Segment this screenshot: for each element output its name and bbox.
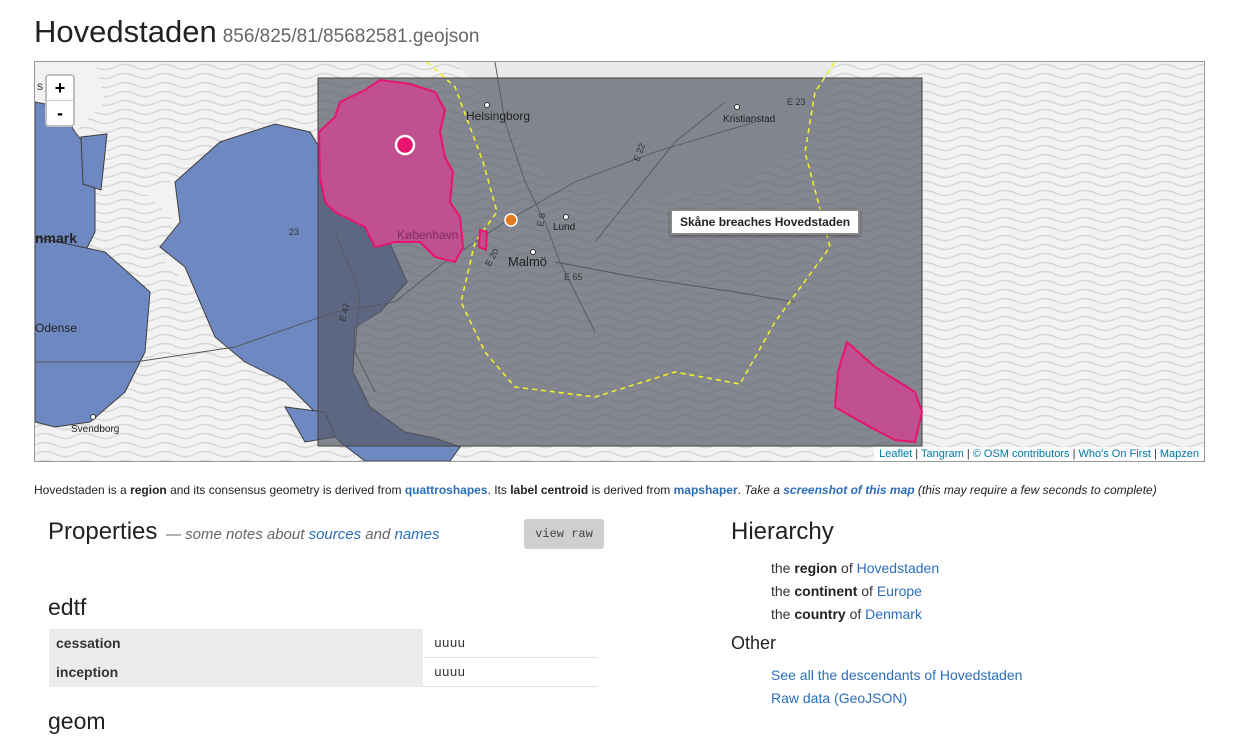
hier-prefix: the [771,606,795,622]
road-label-e65: E 65 [564,272,583,282]
table-row: inception uuuu [49,657,598,687]
page-title-text: Hovedstaden [34,14,217,49]
attribution-mapzen-link[interactable]: Mapzen [1160,448,1199,460]
hierarchy-item: the continent of Europe [771,580,939,603]
attribution-leaflet-link[interactable]: Leaflet [879,448,912,460]
desc-text: and its consensus geometry is derived fr… [166,483,405,497]
hier-type: region [794,560,838,576]
geom-centroid-marker[interactable] [394,134,416,156]
city-label-kristianstad: Kristianstad [723,114,775,125]
map-attribution: Leaflet | Tangram | © OSM contributors |… [874,447,1204,461]
hierarchy-item: the region of Hovedstaden [771,557,939,580]
city-dot-svendborg [90,414,96,420]
hovedstaden-islet [477,228,489,252]
centroid-source-link[interactable]: mapshaper [674,483,738,497]
desc-text: is derived from [588,483,674,497]
map-canvas[interactable]: nmark s Helsingborg Kristianstad Københa… [35,62,1204,461]
desc-text: Hovedstaden is a [34,483,131,497]
map-container[interactable]: nmark s Helsingborg Kristianstad Københa… [34,61,1205,462]
other-title: Other [731,633,777,653]
road-label-e23: E 23 [787,97,806,107]
label-centroid-marker[interactable] [504,213,518,227]
properties-notes: — some notes about sources and names [166,526,440,543]
hier-prefix: the [771,583,795,599]
road-label-23: 23 [289,227,299,237]
city-label-kobenhavn: København [397,228,458,242]
hier-link-continent[interactable]: Europe [877,583,922,599]
attribution-sep: | [1072,448,1076,460]
city-label-helsingborg: Helsingborg [466,109,530,123]
descendants-link[interactable]: See all the descendants of Hovedstaden [771,667,1022,683]
property-value: uuuu [423,657,598,687]
hier-link-country[interactable]: Denmark [865,606,922,622]
city-dot-helsingborg [484,102,490,108]
hierarchy-list: the region of Hovedstaden the continent … [771,557,939,626]
city-label-malmo: Malmö [508,254,547,269]
country-label-denmark: nmark [35,230,77,246]
hier-link-region[interactable]: Hovedstaden [857,560,940,576]
hier-of: of [857,583,877,599]
attribution-wof-link[interactable]: Who's On First [1078,448,1150,460]
properties-title: Properties [48,518,158,545]
names-link[interactable]: names [395,526,440,543]
hierarchy-item: the country of Denmark [771,603,939,626]
label-s: s [37,79,43,93]
place-description: Hovedstaden is a region and its consensu… [34,483,1157,497]
edtf-heading: edtf [48,594,87,620]
sources-link[interactable]: sources [309,526,362,543]
other-list: See all the descendants of Hovedstaden R… [771,664,1022,710]
desc-placetype: region [130,483,167,497]
map-tooltip: Skåne breaches Hovedstaden [670,209,861,235]
hier-prefix: the [771,560,795,576]
notes-text: and [361,526,395,543]
hier-type: continent [794,583,858,599]
table-row: cessation uuuu [49,629,598,658]
attribution-sep: | [1153,448,1157,460]
city-label-svendborg: Svendborg [71,424,119,435]
desc-take-a: Take a [744,483,784,497]
screenshot-link[interactable]: screenshot of this map [783,483,914,497]
desc-text: . Its [487,483,511,497]
view-raw-button[interactable]: view raw [524,519,604,549]
property-value: uuuu [423,629,598,658]
property-key: cessation [49,629,423,658]
geom-source-link[interactable]: quattroshapes [405,483,488,497]
hierarchy-title: Hierarchy [731,518,834,545]
hier-type: country [794,606,846,622]
geom-heading: geom [48,708,106,734]
edtf-table: cessation uuuu inception uuuu [49,629,598,687]
city-label-lund: Lund [553,222,575,233]
zoom-control: + - [45,74,75,127]
zoom-out-button[interactable]: - [47,100,73,125]
page-title: Hovedstaden 856/825/81/85682581.geojson [34,14,479,50]
property-key: inception [49,657,423,687]
zoom-in-button[interactable]: + [47,76,73,100]
desc-label-centroid: label centroid [510,483,589,497]
city-dot-lund [563,214,569,220]
attribution-osm-link[interactable]: © OSM contributors [973,448,1070,460]
city-label-odense: Odense [35,321,77,335]
raw-data-link[interactable]: Raw data (GeoJSON) [771,690,907,706]
attribution-sep: | [966,448,970,460]
city-dot-kristianstad [734,104,740,110]
attribution-tangram-link[interactable]: Tangram [921,448,964,460]
geojson-path: 856/825/81/85682581.geojson [222,26,480,47]
desc-note: (this may require a few seconds to compl… [914,483,1157,497]
attribution-sep: | [915,448,919,460]
hier-of: of [845,606,866,622]
hier-of: of [837,560,857,576]
notes-text: — some notes about [166,526,309,543]
